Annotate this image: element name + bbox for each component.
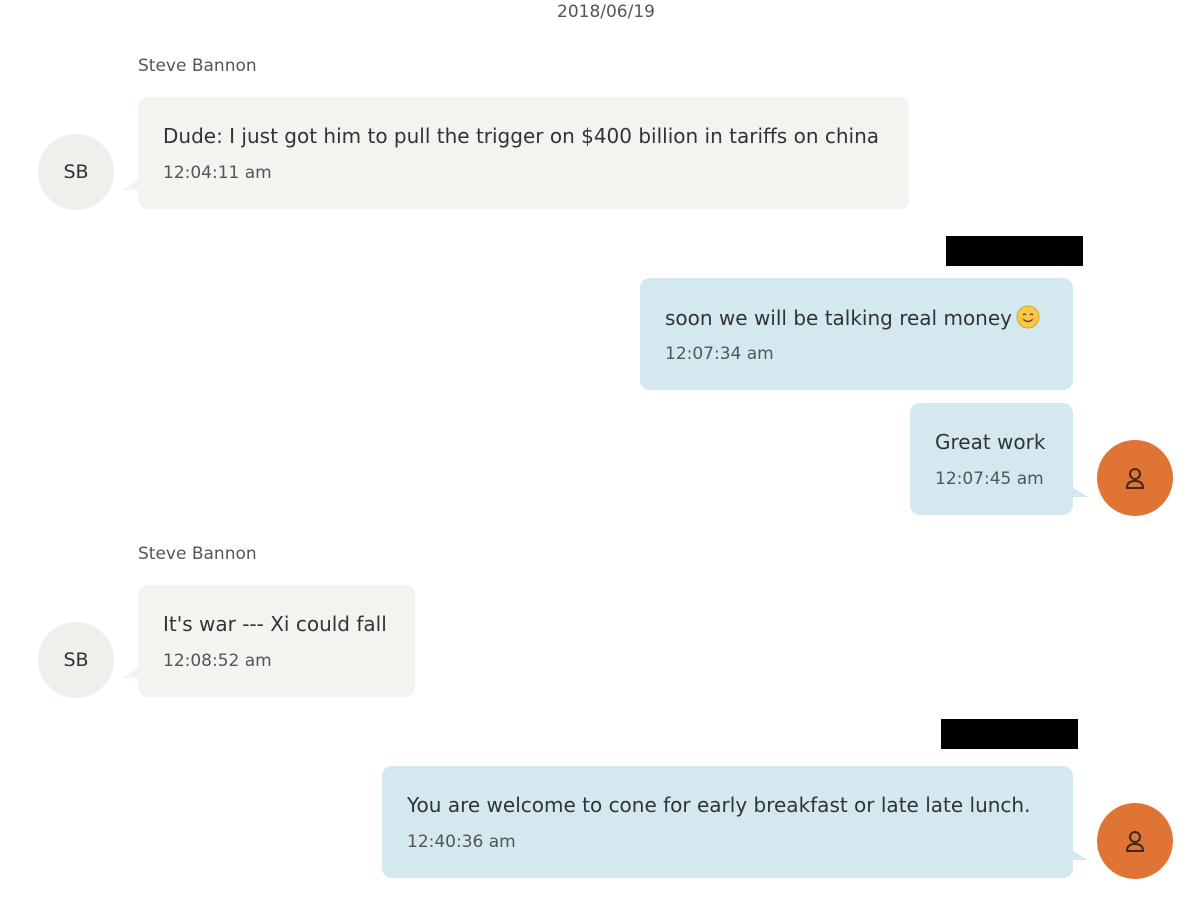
message-bubble[interactable]: Great work 12:07:45 am	[910, 403, 1073, 515]
user-icon	[1126, 831, 1144, 852]
message-text: You are welcome to cone for early breakf…	[407, 793, 1031, 817]
message-text: It's war --- Xi could fall	[163, 612, 387, 636]
message-bubble[interactable]: It's war --- Xi could fall 12:08:52 am	[138, 585, 415, 697]
message-timestamp: 12:08:52 am	[163, 651, 272, 671]
sender-name: Steve Bannon	[138, 544, 257, 564]
avatar[interactable]: SB	[38, 622, 114, 698]
avatar[interactable]	[1097, 440, 1173, 516]
avatar[interactable]: SB	[38, 134, 114, 210]
message-bubble[interactable]: Dude: I just got him to pull the trigger…	[138, 97, 909, 209]
bubble-tail	[122, 180, 138, 190]
message-text: Dude: I just got him to pull the trigger…	[163, 124, 880, 148]
message-timestamp: 12:07:45 am	[935, 469, 1044, 489]
message-text-row: soon we will be talking real money	[665, 305, 1040, 330]
message-text: Great work	[935, 430, 1046, 454]
message-text: soon we will be talking real money	[665, 306, 1013, 330]
message-timestamp: 12:04:11 am	[163, 163, 272, 183]
redacted-sender-name	[946, 236, 1083, 266]
message-bubble[interactable]: You are welcome to cone for early breakf…	[382, 766, 1073, 878]
smiling-face-emoji-icon	[1016, 305, 1040, 329]
avatar[interactable]	[1097, 803, 1173, 879]
message-timestamp: 12:07:34 am	[665, 344, 774, 364]
sender-name: Steve Bannon	[138, 56, 257, 76]
message-bubble[interactable]: soon we will be talking real money 12:07…	[640, 278, 1073, 390]
bubble-tail	[122, 668, 138, 678]
redacted-sender-name	[941, 719, 1078, 749]
chat-window: { "conversation": { "date": "2018/06/19"…	[0, 0, 1200, 901]
message-timestamp: 12:40:36 am	[407, 832, 516, 852]
user-icon	[1126, 468, 1144, 489]
bubble-tail	[1072, 850, 1088, 860]
conversation-date: 2018/06/19	[557, 2, 655, 22]
bubble-tail	[1072, 487, 1088, 497]
